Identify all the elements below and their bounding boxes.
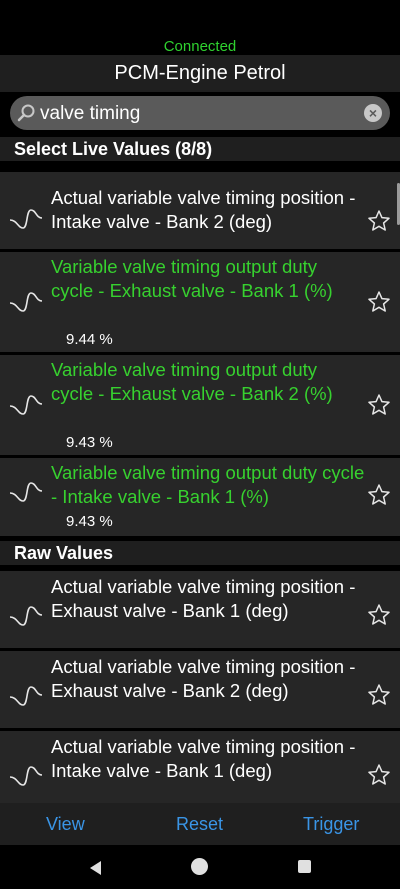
- row-label: Actual variable valve timing position - …: [51, 736, 356, 781]
- row-label: Actual variable valve timing position - …: [51, 656, 356, 701]
- trigger-button[interactable]: Trigger: [303, 814, 359, 835]
- bottom-toolbar: View Reset Trigger: [0, 803, 400, 845]
- system-nav-bar: [0, 845, 400, 889]
- clear-search-icon[interactable]: ×: [364, 104, 382, 122]
- live-value: 9.43 %: [66, 434, 113, 451]
- view-button[interactable]: View: [46, 814, 85, 835]
- favorite-star-icon[interactable]: [367, 763, 391, 787]
- row-label: Variable valve timing output duty cycle …: [51, 359, 333, 404]
- list-item[interactable]: Actual variable valve timing position - …: [0, 651, 400, 728]
- row-label: Variable valve timing output duty cycle …: [51, 462, 365, 507]
- raw-values-list: Actual variable valve timing position - …: [0, 565, 400, 803]
- live-value: 9.43 %: [66, 513, 113, 530]
- waveform-icon: [9, 482, 43, 502]
- app-screen: Connected PCM-Engine Petrol × Select Liv…: [0, 0, 400, 889]
- recent-apps-icon[interactable]: [298, 860, 311, 873]
- home-icon[interactable]: [191, 858, 208, 875]
- list-item[interactable]: Actual variable valve timing position - …: [0, 172, 400, 249]
- page-title: PCM-Engine Petrol: [0, 55, 400, 92]
- row-label: Actual variable valve timing position - …: [51, 187, 356, 232]
- waveform-icon: [9, 686, 43, 706]
- live-value: 9.44 %: [66, 331, 113, 348]
- reset-button[interactable]: Reset: [176, 814, 223, 835]
- favorite-star-icon[interactable]: [367, 209, 391, 233]
- row-label: Variable valve timing output duty cycle …: [51, 256, 333, 301]
- favorite-star-icon[interactable]: [367, 683, 391, 707]
- section-live-values: Select Live Values (8/8): [0, 137, 400, 161]
- list-item[interactable]: Variable valve timing output duty cycle …: [0, 458, 400, 536]
- live-values-list: Actual variable valve timing position - …: [0, 161, 400, 541]
- favorite-star-icon[interactable]: [367, 290, 391, 314]
- waveform-icon: [9, 606, 43, 626]
- waveform-icon: [9, 395, 43, 415]
- waveform-icon: [9, 766, 43, 786]
- list-item[interactable]: Actual variable valve timing position - …: [0, 571, 400, 648]
- search-bar[interactable]: ×: [10, 96, 390, 130]
- connection-status: Connected: [163, 38, 237, 55]
- back-icon[interactable]: [88, 860, 102, 876]
- favorite-star-icon[interactable]: [367, 483, 391, 507]
- favorite-star-icon[interactable]: [367, 603, 391, 627]
- search-icon: [17, 104, 35, 122]
- search-input[interactable]: [38, 99, 362, 129]
- list-item[interactable]: Actual variable valve timing position - …: [0, 731, 400, 803]
- waveform-icon: [9, 209, 43, 229]
- favorite-star-icon[interactable]: [367, 393, 391, 417]
- list-item[interactable]: Variable valve timing output duty cycle …: [0, 252, 400, 352]
- list-item[interactable]: Variable valve timing output duty cycle …: [0, 355, 400, 455]
- section-raw-values: Raw Values: [0, 541, 400, 565]
- row-label: Actual variable valve timing position - …: [51, 576, 356, 621]
- waveform-icon: [9, 292, 43, 312]
